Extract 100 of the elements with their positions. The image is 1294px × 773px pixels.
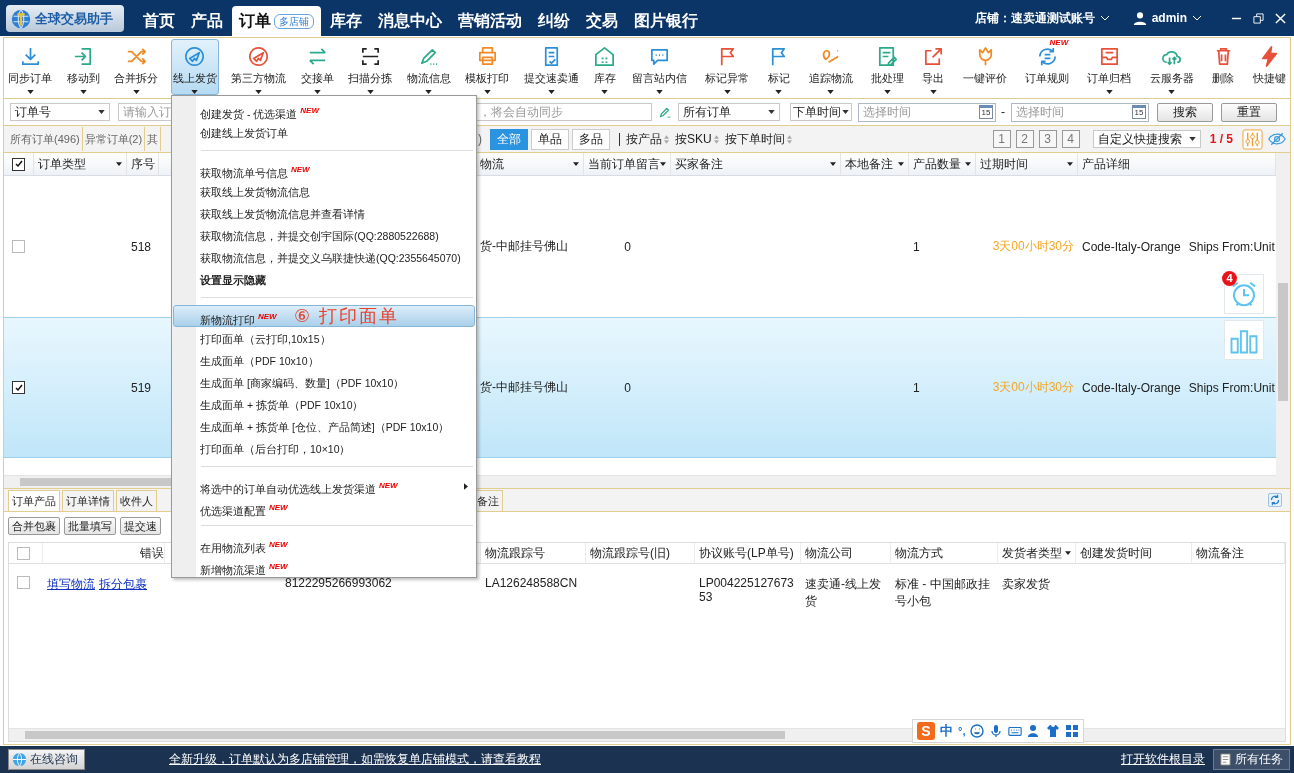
menu-item[interactable]: 创建线上发货订单 xyxy=(173,121,475,143)
nav-tab[interactable]: 交易 xyxy=(579,6,625,36)
caret-icon[interactable] xyxy=(116,162,122,166)
checkbox[interactable] xyxy=(12,157,25,171)
caret-icon[interactable] xyxy=(898,162,904,166)
column-header[interactable]: 物流备注 xyxy=(1196,544,1244,562)
close-icon[interactable] xyxy=(1275,12,1286,24)
status-tab[interactable]: 所有订单(496) xyxy=(8,127,83,151)
toolbar-button[interactable]: 留言站内信 xyxy=(630,39,689,95)
menu-item[interactable]: 在用物流列表 $^{NEW}$ xyxy=(173,533,475,555)
caret-icon[interactable] xyxy=(1188,137,1196,141)
open-folder-link[interactable]: 打开软件根目录 xyxy=(1121,751,1205,768)
time-select[interactable]: 下单时间 xyxy=(790,103,852,121)
menu-item[interactable]: 生成面单 + 拣货单 [仓位、产品简述]（PDF 10x10） xyxy=(173,415,475,437)
notice-link[interactable]: 全新升级，订单默认为多店铺管理，如需恢复单店铺模式，请查看教程 xyxy=(169,751,541,768)
menu-item[interactable]: 获取物流信息，并提交创宇国际(QQ:2880522688) xyxy=(173,224,475,246)
scrollbar[interactable] xyxy=(1276,153,1290,488)
toolbar-button[interactable]: 交接单 xyxy=(298,39,336,95)
chevron-icon[interactable] xyxy=(1099,15,1110,21)
menu-item[interactable]: 打印面单（云打印,10x15） xyxy=(173,327,475,349)
store-selector[interactable]: 店铺：速卖通测试账号 xyxy=(974,9,1095,27)
column-header[interactable]: 产品详细 xyxy=(1082,155,1130,173)
detail-tab[interactable]: 订单详情 xyxy=(62,490,114,511)
caret-icon[interactable] xyxy=(660,162,666,166)
menu-item[interactable]: 生成面单 [商家编码、数量]（PDF 10x10） xyxy=(173,371,475,393)
nav-tab[interactable]: 库存 xyxy=(323,6,369,36)
link[interactable]: 拆分包裹 xyxy=(99,576,147,610)
menu-item[interactable]: 创建发货 - 优选渠道 $^{NEW}$ xyxy=(173,99,475,121)
checkbox[interactable] xyxy=(17,546,30,560)
column-header[interactable]: 物流跟踪号 xyxy=(485,544,545,562)
pencil-icon[interactable] xyxy=(658,105,672,119)
sort-button[interactable]: 按SKU xyxy=(675,130,719,148)
toolbar-button[interactable]: 模板打印 xyxy=(463,39,511,95)
page-button[interactable]: 1 xyxy=(992,130,1011,148)
toolbar-button[interactable]: 移动到 xyxy=(64,39,102,95)
checkbox[interactable] xyxy=(17,576,30,589)
link[interactable]: 填写物流 xyxy=(47,576,95,610)
toolbar-button[interactable]: 合并拆分 xyxy=(112,39,160,95)
menu-item[interactable]: 优选渠道配置 $^{NEW}$ xyxy=(173,496,475,518)
toolbar-button[interactable]: 导出 xyxy=(919,39,947,95)
sliders-icon[interactable] xyxy=(1242,128,1263,150)
menu-item[interactable]: 获取线上发货物流信息并查看详情 xyxy=(173,202,475,224)
caret-icon[interactable] xyxy=(842,110,849,114)
menu-item[interactable]: 生成面单 + 拣货单（PDF 10x10） xyxy=(173,393,475,415)
caret-icon[interactable] xyxy=(573,162,579,166)
nav-tab[interactable]: 首页 xyxy=(136,6,182,36)
sort-button[interactable]: 按下单时间 xyxy=(724,130,792,148)
logo-panel[interactable]: 全球交易助手 xyxy=(6,5,124,32)
menu-item[interactable]: 将选中的订单自动优选线上发货渠道 $^{NEW}$ xyxy=(173,474,475,496)
column-header[interactable]: 序号 xyxy=(131,155,155,173)
nav-tab[interactable]: 纠纷 xyxy=(531,6,577,36)
tasks-button[interactable]: 所有任务 xyxy=(1213,749,1290,770)
toolbar-button[interactable]: 提交速卖通 xyxy=(521,39,581,95)
page-button[interactable]: 4 xyxy=(1061,130,1080,148)
nav-tab[interactable]: 产品 xyxy=(184,6,230,36)
column-header[interactable]: 本地备注 xyxy=(845,155,893,173)
panel-button[interactable]: 合并包裹 xyxy=(8,517,60,535)
caret-icon[interactable] xyxy=(830,162,836,166)
quick-search-select[interactable]: 自定义快捷搜索 xyxy=(1092,130,1201,148)
column-header[interactable]: 订单类型 xyxy=(38,155,86,173)
column-header[interactable]: 当前订单留言 xyxy=(588,155,660,173)
reminder-button[interactable]: 4 xyxy=(1224,274,1264,314)
ime-punctuation[interactable]: °, xyxy=(958,725,966,737)
column-header[interactable]: 买家备注 xyxy=(675,155,723,173)
toolbar-button[interactable]: 删除 xyxy=(1209,39,1237,95)
keyboard-icon[interactable] xyxy=(1008,724,1023,738)
caret-icon[interactable] xyxy=(768,110,775,114)
sort-button[interactable]: 按产品 xyxy=(626,130,669,148)
toolbar-button[interactable]: 标记 xyxy=(765,39,793,95)
column-header[interactable]: 错误 xyxy=(140,544,164,562)
toolbar-button[interactable]: 订单归档 xyxy=(1085,39,1134,95)
status-select[interactable]: 所有订单 xyxy=(678,103,780,121)
page-button[interactable]: 2 xyxy=(1015,130,1034,148)
caret-icon[interactable] xyxy=(1065,551,1071,555)
caret-icon[interactable] xyxy=(965,162,971,166)
toolbar-button[interactable]: 同步订单 xyxy=(6,39,54,95)
column-header[interactable]: 物流公司 xyxy=(805,544,853,562)
status-tab[interactable]: 异常订单(2) xyxy=(82,127,146,151)
menu-item[interactable]: 新物流打印 $^{NEW}$ ⑥ 打印面单 xyxy=(173,305,475,327)
toolbar-button[interactable]: 快捷键 xyxy=(1250,39,1288,95)
menu-item[interactable]: 打印面单（后台打印，10×10） xyxy=(173,437,475,459)
status-tab[interactable]: 其 xyxy=(145,127,162,151)
checkbox[interactable] xyxy=(12,240,25,253)
microphone-icon[interactable] xyxy=(989,724,1004,738)
menu-item[interactable]: 获取线上发货物流信息 xyxy=(173,180,475,202)
status-tab[interactable]: ) xyxy=(478,132,482,146)
smiley-icon[interactable] xyxy=(970,724,985,738)
toolbar-button[interactable]: 批处理 xyxy=(868,39,906,95)
detail-tab[interactable]: 收件人 xyxy=(116,490,157,511)
column-header[interactable]: 物流跟踪号(旧) xyxy=(590,544,670,562)
toolbar-button[interactable]: 追踪物流 xyxy=(806,39,855,95)
nav-tab[interactable]: 图片银行 xyxy=(627,6,705,36)
field-select[interactable]: 订单号 xyxy=(10,103,110,121)
refresh-icon[interactable] xyxy=(1268,493,1282,507)
restore-icon[interactable] xyxy=(1253,12,1264,24)
date-field[interactable]: 选择时间 15 xyxy=(858,102,996,122)
filter-button[interactable]: 搜索 xyxy=(1157,102,1213,122)
column-header[interactable]: 物流 xyxy=(480,155,504,173)
hidden-eye-icon[interactable] xyxy=(1268,132,1286,146)
toolbar-button[interactable]: 库存 xyxy=(591,39,618,95)
